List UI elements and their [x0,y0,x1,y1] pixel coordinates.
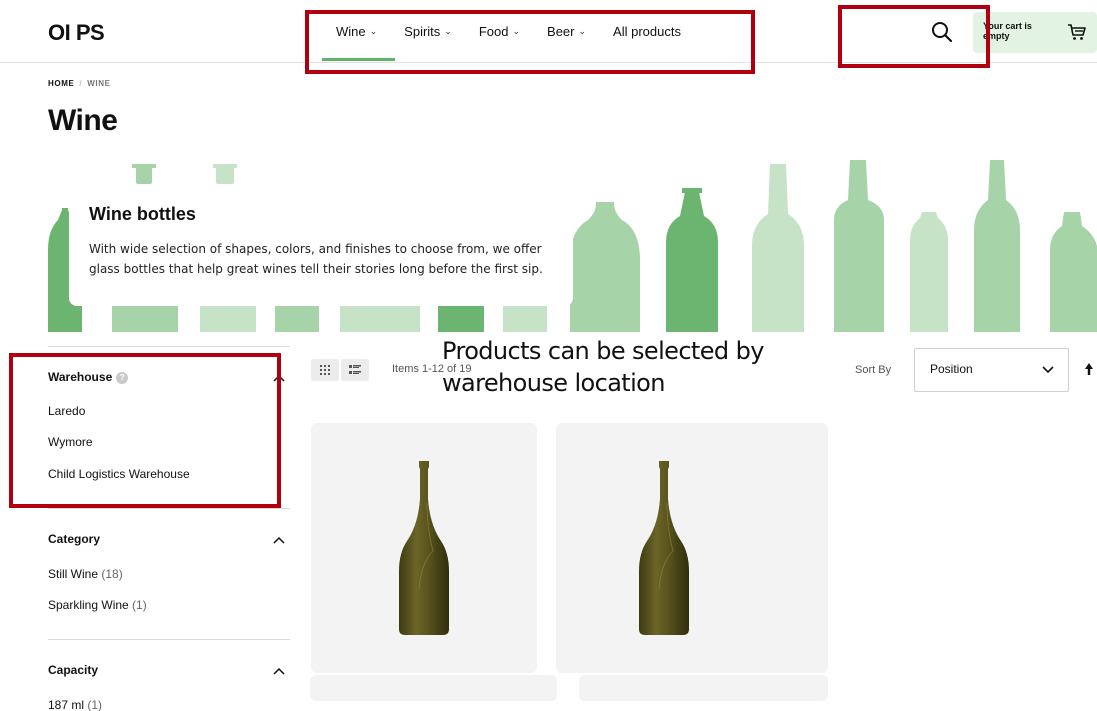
banner-description: With wide selection of shapes, colors, a… [89,242,543,276]
filter-option-count: (1) [132,598,147,612]
grid-view-icon [320,365,330,375]
highlight-box-search [838,5,990,68]
filter-option-still-wine[interactable]: Still Wine (18) [48,567,123,581]
filter-option-label: 187 ml [48,698,85,711]
sort-select[interactable]: Position [914,348,1069,392]
filter-option-sparkling-wine[interactable]: Sparkling Wine (1) [48,598,147,612]
annotation-line: warehouse location [442,369,665,397]
arrow-up-icon[interactable] [1083,361,1095,377]
sidebar-divider [48,639,290,640]
wine-bottle-image [639,461,689,635]
brand-logo[interactable]: OI PS [48,20,105,46]
filter-option-count: (1) [87,698,103,711]
breadcrumb: HOME / WINE [48,79,111,88]
annotation-callout: Products can be selected by warehouse lo… [442,335,764,399]
annotation-line: Products can be selected by [442,337,764,365]
highlight-box-warehouse-filter [9,353,281,508]
chevron-up-icon[interactable] [272,535,286,545]
product-card-footer [310,675,557,701]
cart-status-text: Your cart is empty [983,21,1032,41]
banner-title: Wine bottles [89,204,196,224]
sort-selected-value: Position [930,362,973,376]
filter-option-label: Sparkling Wine [48,598,129,612]
filter-option-187ml[interactable]: 187 ml (1) [48,698,102,711]
filter-capacity-heading[interactable]: Capacity [48,663,98,677]
wine-bottle-image [399,461,449,635]
filter-option-count: (18) [101,567,123,581]
product-card[interactable] [556,423,828,673]
cart-icon [1068,24,1086,40]
logo-prefix: O [48,20,65,45]
breadcrumb-current: WINE [87,79,111,88]
chevron-down-icon [1042,366,1054,374]
sidebar-divider [48,346,290,347]
list-view-button[interactable] [341,359,369,381]
grid-view-button[interactable] [311,359,339,381]
logo-text: I PS [64,20,105,45]
breadcrumb-home[interactable]: HOME [48,79,74,88]
filter-option-label: Still Wine [48,567,99,581]
list-view-icon [349,365,361,374]
chevron-up-icon[interactable] [272,666,286,676]
sidebar-divider [48,508,290,509]
highlight-box-nav [305,10,755,74]
filter-category-heading[interactable]: Category [48,532,100,546]
cart-button[interactable]: Your cart is empty [973,12,1097,53]
sort-label: Sort By [855,364,892,376]
page-title: Wine [48,104,118,137]
breadcrumb-separator: / [79,79,83,88]
product-card-footer [579,675,828,701]
product-card[interactable] [311,423,537,673]
